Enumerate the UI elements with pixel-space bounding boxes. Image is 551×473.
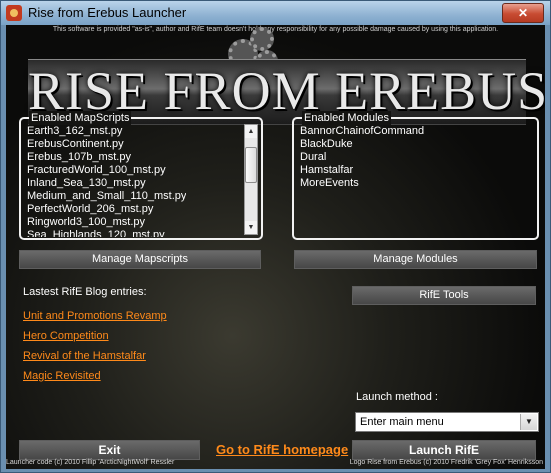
footer-credit-right: Logo Rise from Erebus (c) 2010 Fredrik '… <box>349 459 543 466</box>
list-item[interactable]: Earth3_162_mst.py <box>27 125 186 138</box>
list-item[interactable]: Ringworld3_100_mst.py <box>27 216 186 229</box>
mapscripts-group-label: Enabled MapScripts <box>29 111 132 125</box>
list-item[interactable]: Hamstalfar <box>300 164 424 177</box>
list-item[interactable]: BlackDuke <box>300 138 424 151</box>
list-item[interactable]: Erebus_107b_mst.py <box>27 151 186 164</box>
list-item[interactable]: ErebusContinent.py <box>27 138 186 151</box>
list-item[interactable]: Dural <box>300 151 424 164</box>
list-item[interactable]: Medium_and_Small_110_mst.py <box>27 190 186 203</box>
list-item[interactable]: FracturedWorld_100_mst.py <box>27 164 186 177</box>
launcher-window: Rise from Erebus Launcher ✕ This softwar… <box>0 0 551 473</box>
modules-list[interactable]: BannorChainofCommand BlackDuke Dural Ham… <box>300 125 424 190</box>
list-item[interactable]: Inland_Sea_130_mst.py <box>27 177 186 190</box>
launch-button[interactable]: Launch RifE <box>352 440 536 460</box>
chevron-down-icon[interactable]: ▼ <box>520 414 537 430</box>
close-button[interactable]: ✕ <box>502 3 544 23</box>
title-bar[interactable]: Rise from Erebus Launcher ✕ <box>1 1 550 25</box>
launcher-content: This software is provided "as-is", autho… <box>6 25 545 469</box>
blog-link[interactable]: Revival of the Hamstalfar <box>23 350 146 362</box>
mapscripts-group: Enabled MapScripts Earth3_162_mst.py Ere… <box>19 111 263 240</box>
blog-heading: Lastest RifE Blog entries: <box>23 286 147 298</box>
manage-mapscripts-button[interactable]: Manage Mapscripts <box>19 250 261 269</box>
list-item[interactable]: PerfectWorld_206_mst.py <box>27 203 186 216</box>
launch-method-select[interactable]: Enter main menu ▼ <box>355 412 539 432</box>
window-title: Rise from Erebus Launcher <box>28 5 187 20</box>
blog-link[interactable]: Hero Competition <box>23 330 109 342</box>
list-item[interactable]: Sea_Highlands_120_mst.py <box>27 229 186 237</box>
footer-credit-left: Launcher code (c) 2010 Fillip 'ArcticNig… <box>6 459 175 466</box>
scroll-thumb[interactable] <box>245 147 257 183</box>
scroll-up-icon[interactable]: ▲ <box>245 125 257 138</box>
launch-method-value: Enter main menu <box>360 416 444 428</box>
gear-icon <box>250 27 274 51</box>
exit-button[interactable]: Exit <box>19 440 200 460</box>
launch-method-label: Launch method : <box>356 391 438 403</box>
modules-group-label: Enabled Modules <box>302 111 392 125</box>
scroll-down-icon[interactable]: ▼ <box>245 221 257 234</box>
manage-modules-button[interactable]: Manage Modules <box>294 250 537 269</box>
blog-link[interactable]: Unit and Promotions Revamp <box>23 310 167 322</box>
disclaimer-text: This software is provided "as-is", autho… <box>52 26 499 33</box>
rife-tools-button[interactable]: RifE Tools <box>352 286 536 305</box>
blog-link[interactable]: Magic Revisited <box>23 370 101 382</box>
list-item[interactable]: MoreEvents <box>300 177 424 190</box>
list-item[interactable]: BannorChainofCommand <box>300 125 424 138</box>
app-icon <box>6 5 22 21</box>
modules-group: Enabled Modules BannorChainofCommand Bla… <box>292 111 539 240</box>
homepage-link[interactable]: Go to RifE homepage <box>216 442 348 457</box>
mapscripts-list[interactable]: Earth3_162_mst.py ErebusContinent.py Ere… <box>27 125 186 237</box>
mapscripts-scrollbar[interactable]: ▲ ▼ <box>244 124 258 235</box>
